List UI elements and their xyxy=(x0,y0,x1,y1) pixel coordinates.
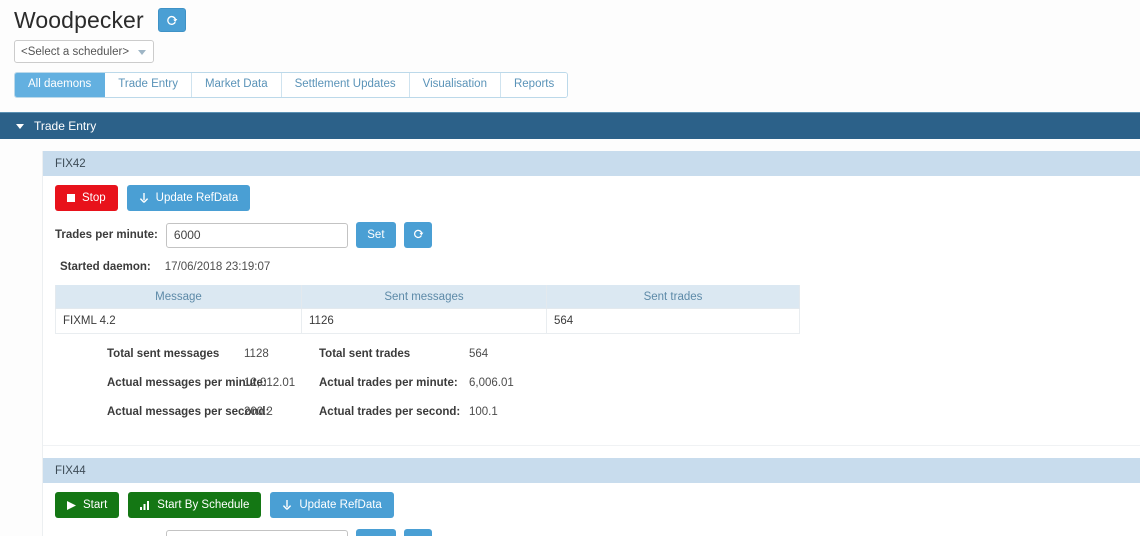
stat-row-per-second: Actual messages per second: 200.2 Actual… xyxy=(55,406,1140,435)
set-button[interactable]: Set xyxy=(355,529,396,536)
actual-trades-per-second-value: 100.1 xyxy=(469,406,498,418)
caret-down-icon xyxy=(16,123,24,129)
app-header: Woodpecker xyxy=(0,0,1140,34)
actual-trades-per-second-label: Actual trades per second: xyxy=(319,406,461,418)
woodpecker-app: Woodpecker <Select a scheduler> All daem… xyxy=(0,0,1140,536)
column-header-sent-messages: Sent messages xyxy=(301,285,547,309)
scheduler-select[interactable]: <Select a scheduler> xyxy=(14,40,154,63)
stop-button-label: Stop xyxy=(82,192,106,204)
daemon-panel-header[interactable]: FIX44 xyxy=(43,458,1140,483)
trades-per-minute-row: Trades per minute: Set xyxy=(55,529,1140,536)
download-arrow-icon xyxy=(139,192,149,204)
total-sent-messages-value: 1128 xyxy=(244,348,269,360)
cell-message: FIXML 4.2 xyxy=(55,308,302,334)
started-daemon-row: Started daemon: 17/06/2018 23:19:07 xyxy=(55,261,1140,273)
started-daemon-value: 17/06/2018 23:19:07 xyxy=(164,261,271,273)
tab-market-data[interactable]: Market Data xyxy=(191,73,282,97)
page-title: Woodpecker xyxy=(14,7,144,33)
update-refdata-button-label: Update RefData xyxy=(299,499,382,511)
daemon-panel-header[interactable]: FIX42 xyxy=(43,151,1140,176)
scheduler-row: <Select a scheduler> xyxy=(0,34,1140,63)
daemon-panel-body: Stop Update RefData Trades per minute: 6… xyxy=(43,176,1140,445)
daemon-panel-fix44: FIX44 Start Start By Schedule Update Ref… xyxy=(43,458,1140,536)
section-header-trade-entry[interactable]: Trade Entry xyxy=(0,112,1140,139)
refresh-icon xyxy=(412,228,424,243)
cell-sent-trades: 564 xyxy=(546,308,800,334)
tab-visualisation[interactable]: Visualisation xyxy=(409,73,501,97)
update-refdata-button[interactable]: Update RefData xyxy=(270,492,394,518)
daemon-panel-fix42: FIX42 Stop Update RefData Trades per min… xyxy=(43,151,1140,446)
trades-per-minute-label: Trades per minute: xyxy=(55,229,158,241)
update-refdata-button[interactable]: Update RefData xyxy=(126,185,251,211)
table-row: FIXML 4.2 1126 564 xyxy=(55,308,800,334)
actual-messages-per-second-value: 200.2 xyxy=(244,406,273,418)
tab-reports[interactable]: Reports xyxy=(500,73,568,97)
stat-row-per-minute: Actual messages per minute: 12,012.01 Ac… xyxy=(55,377,1140,406)
actual-messages-per-minute-label: Actual messages per minute: xyxy=(107,377,267,389)
daemon-action-buttons: Stop Update RefData xyxy=(55,185,1140,211)
total-sent-trades-value: 564 xyxy=(469,348,489,360)
start-by-schedule-button[interactable]: Start By Schedule xyxy=(128,492,262,518)
actual-trades-per-minute-label: Actual trades per minute: xyxy=(319,377,458,389)
scheduler-select-value: <Select a scheduler> xyxy=(21,45,130,58)
start-button-label: Start xyxy=(83,499,108,511)
section-title: Trade Entry xyxy=(34,119,97,133)
trades-per-minute-input[interactable] xyxy=(165,529,348,536)
refresh-icon xyxy=(165,14,178,27)
stat-row-totals: Total sent messages 1128 Total sent trad… xyxy=(55,348,1140,377)
actual-messages-per-minute-value: 12,012.01 xyxy=(244,377,296,389)
tab-trade-entry[interactable]: Trade Entry xyxy=(105,73,192,97)
refresh-stats-button[interactable] xyxy=(403,529,432,536)
chevron-down-icon xyxy=(138,50,146,55)
daemon-tabs: All daemons Trade Entry Market Data Sett… xyxy=(14,72,569,98)
play-icon xyxy=(67,500,76,510)
total-sent-messages-label: Total sent messages xyxy=(107,348,220,360)
trades-per-minute-row: Trades per minute: Set xyxy=(55,222,1140,248)
trades-per-minute-input[interactable] xyxy=(165,222,348,248)
download-arrow-icon xyxy=(282,499,292,511)
start-by-schedule-button-label: Start By Schedule xyxy=(157,499,250,511)
actual-messages-per-second-label: Actual messages per second: xyxy=(107,406,270,418)
daemon-panels: FIX42 Stop Update RefData Trades per min… xyxy=(42,151,1140,536)
stop-square-icon xyxy=(67,194,75,202)
stop-button[interactable]: Stop xyxy=(55,185,118,211)
column-header-sent-trades: Sent trades xyxy=(546,285,800,309)
total-sent-trades-label: Total sent trades xyxy=(319,348,411,360)
daemon-panel-body: Start Start By Schedule Update RefData 6… xyxy=(43,483,1140,536)
daemon-name: FIX44 xyxy=(55,464,86,477)
cell-sent-messages: 1126 xyxy=(301,308,547,334)
tab-all-daemons[interactable]: All daemons xyxy=(15,73,106,97)
set-button[interactable]: Set xyxy=(355,222,396,248)
started-daemon-label: Started daemon: xyxy=(60,261,151,273)
daemon-name: FIX42 xyxy=(55,157,86,170)
messages-table: Message Sent messages Sent trades FIXML … xyxy=(55,285,800,334)
actual-trades-per-minute-value: 6,006.01 xyxy=(469,377,514,389)
column-header-message: Message xyxy=(55,285,302,309)
refresh-icon-button[interactable] xyxy=(157,8,186,32)
update-refdata-button-label: Update RefData xyxy=(155,192,239,204)
table-header-row: Message Sent messages Sent trades xyxy=(55,285,800,309)
refresh-stats-button[interactable] xyxy=(403,222,432,248)
start-button[interactable]: Start xyxy=(55,492,120,518)
signal-bars-icon xyxy=(140,500,150,510)
daemon-action-buttons: Start Start By Schedule Update RefData xyxy=(55,492,1140,518)
tab-settlement-updates[interactable]: Settlement Updates xyxy=(281,73,410,97)
daemon-stats: Total sent messages 1128 Total sent trad… xyxy=(55,348,1140,435)
